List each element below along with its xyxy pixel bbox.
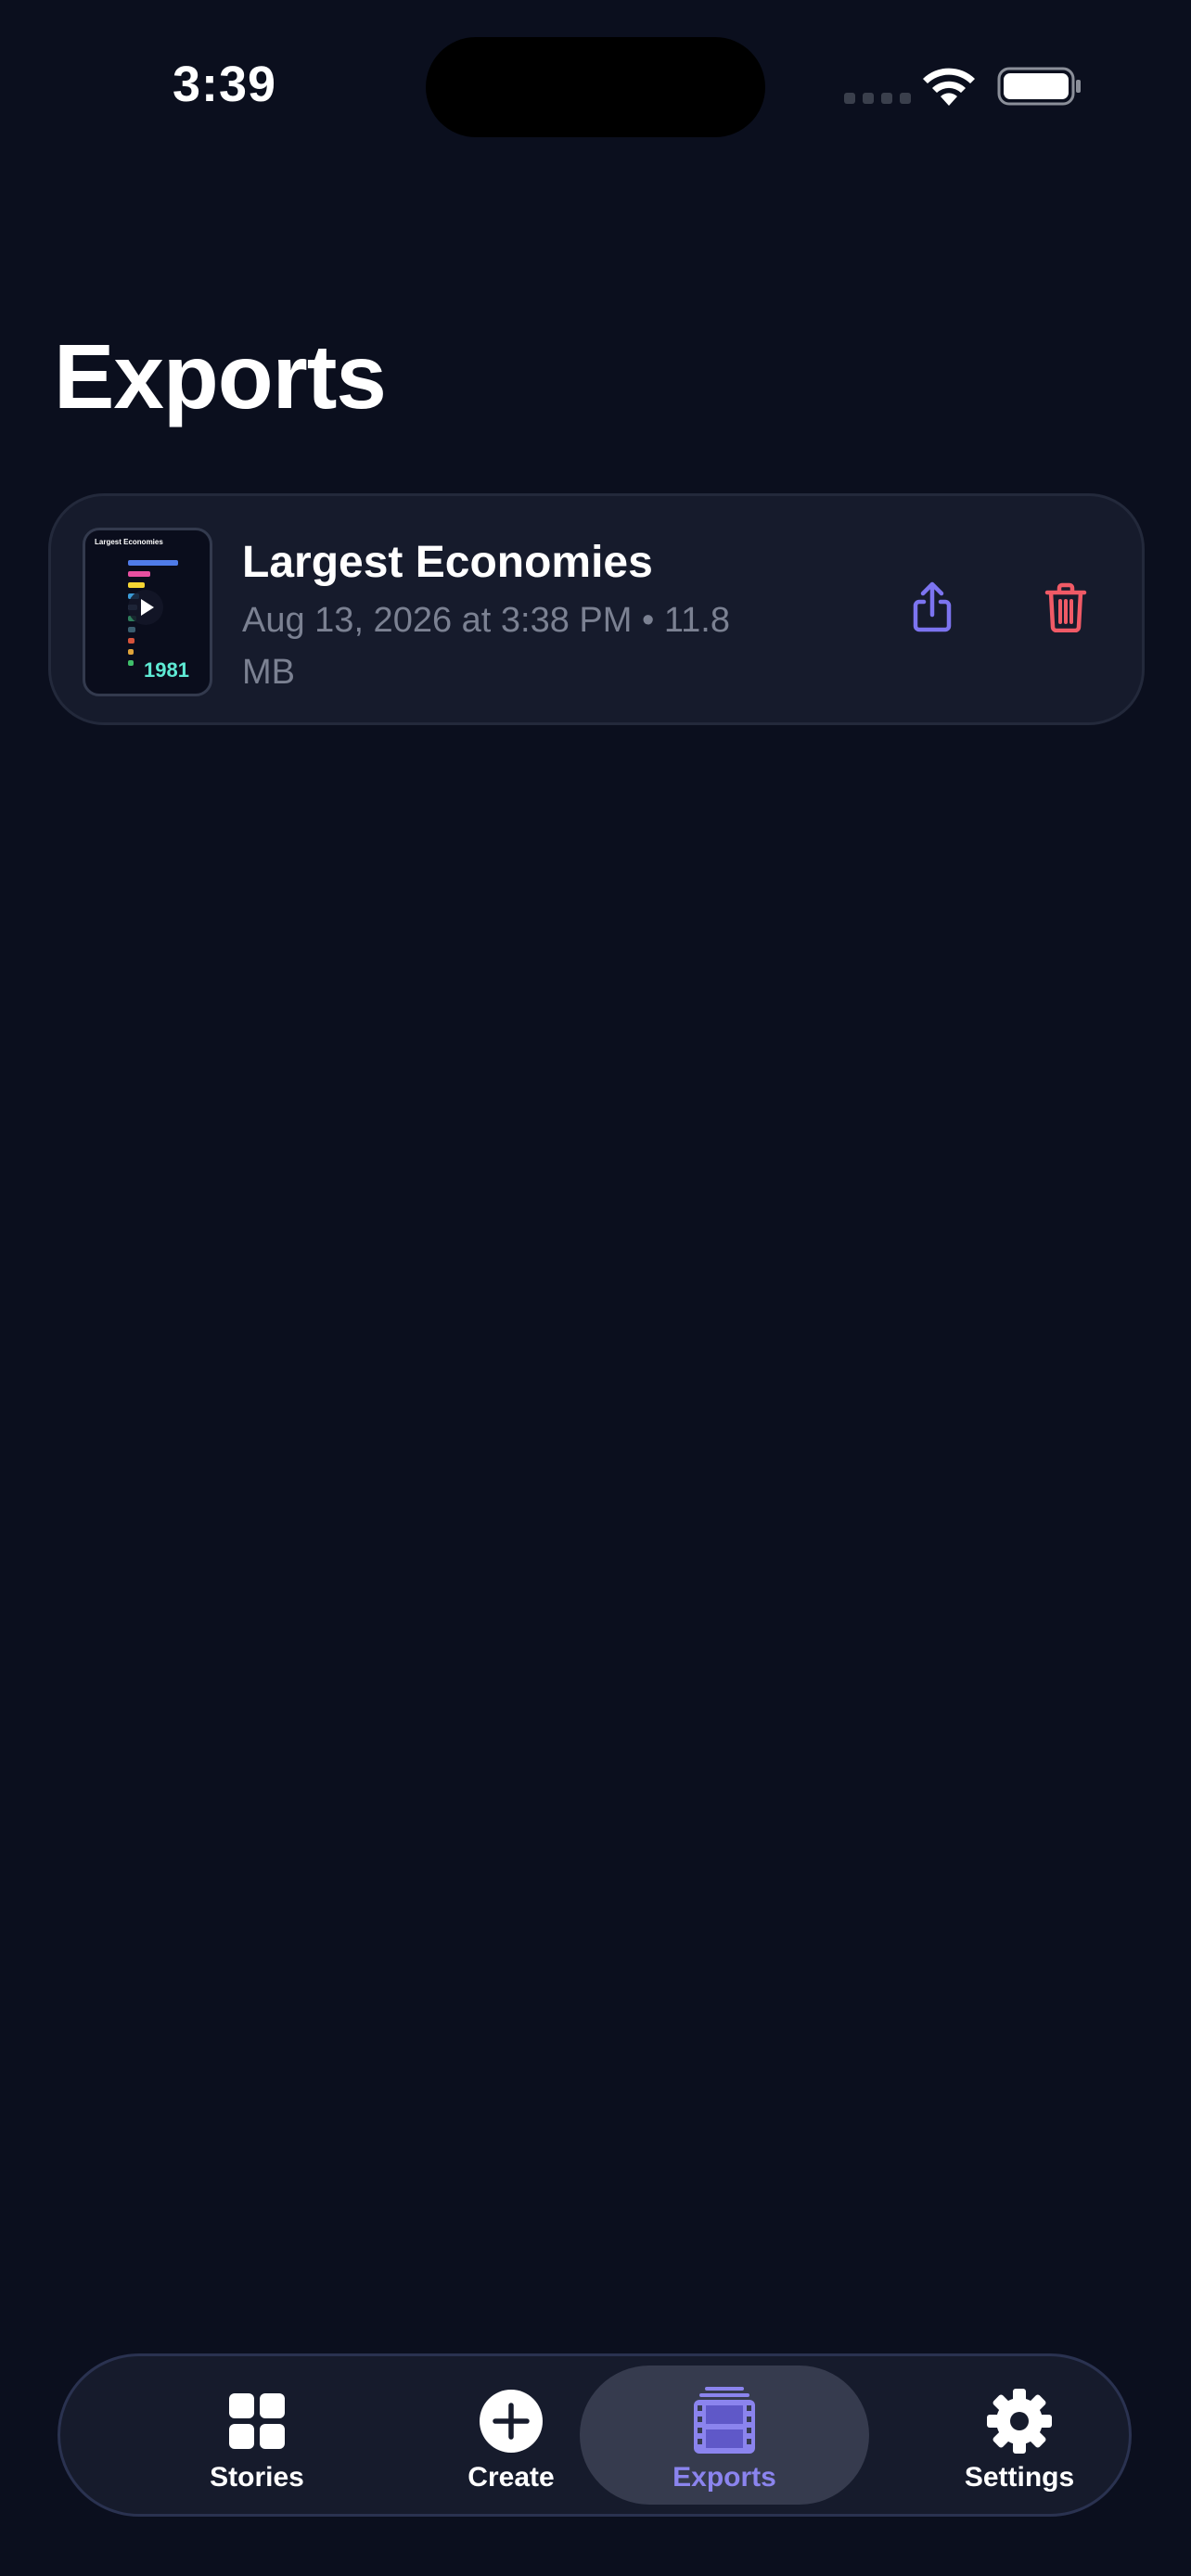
export-thumbnail[interactable]: Largest Economies 1981	[83, 528, 212, 696]
film-icon	[694, 2387, 755, 2454]
tab-stories[interactable]: Stories	[112, 2366, 402, 2505]
tab-exports[interactable]: Exports	[580, 2366, 869, 2505]
thumbnail-bar	[128, 638, 134, 644]
tab-label: Stories	[210, 2462, 304, 2493]
page-title: Exports	[54, 325, 387, 427]
trash-icon	[1044, 582, 1087, 632]
thumbnail-bar	[128, 582, 145, 588]
thumbnail-bar	[128, 660, 134, 666]
thumbnail-title: Largest Economies	[95, 538, 163, 546]
thumbnail-bar	[128, 649, 134, 655]
thumbnail-bar	[128, 560, 178, 566]
thumbnail-bar	[128, 627, 135, 632]
delete-button[interactable]	[1036, 578, 1095, 637]
share-icon	[913, 581, 952, 632]
plus-circle-icon	[480, 2390, 543, 2453]
export-meta: Aug 13, 2026 at 3:38 PM • 11.8 MB	[242, 601, 730, 692]
export-item[interactable]: Largest Economies 1981 Largest Economies…	[48, 493, 1145, 725]
gear-icon	[987, 2389, 1052, 2454]
cellular-signal-icon	[844, 93, 911, 104]
status-time: 3:39	[173, 57, 277, 112]
play-icon	[141, 599, 154, 616]
thumbnail-year: 1981	[144, 658, 189, 682]
tab-bar: Stories Create Exports Settings	[58, 2353, 1132, 2517]
tab-settings[interactable]: Settings	[875, 2366, 1164, 2505]
thumbnail-bar	[128, 571, 150, 577]
wifi-icon	[923, 68, 975, 106]
dynamic-island	[426, 37, 765, 137]
tab-label: Exports	[672, 2462, 776, 2493]
grid-icon	[229, 2393, 285, 2449]
share-button[interactable]	[903, 578, 962, 637]
tab-label: Settings	[964, 2462, 1075, 2493]
export-title: Largest Economies	[242, 538, 653, 587]
battery-icon	[997, 67, 1081, 106]
play-button[interactable]	[128, 590, 163, 625]
tab-label: Create	[467, 2462, 555, 2493]
